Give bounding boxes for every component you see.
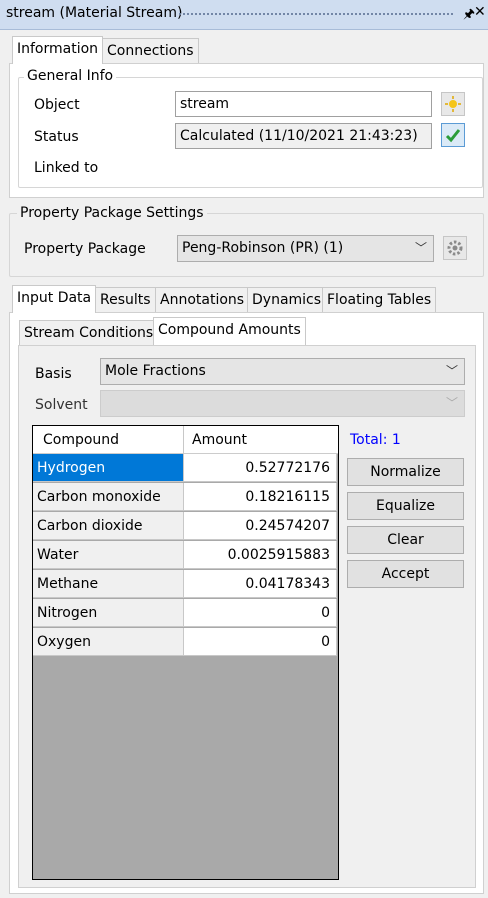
- normalize-button[interactable]: Normalize: [347, 458, 464, 486]
- general-info-legend: General Info: [24, 68, 117, 84]
- chevron-down-icon: ﹀: [445, 396, 458, 410]
- compound-amount-cell[interactable]: 0.24574207: [184, 512, 337, 540]
- compound-amount-cell[interactable]: 0.52772176: [184, 454, 337, 482]
- gear-icon: [447, 240, 463, 256]
- linked-to-label: Linked to: [34, 160, 99, 176]
- status-check-button[interactable]: [441, 123, 465, 147]
- property-package-value: Peng-Robinson (PR) (1): [182, 240, 344, 256]
- sun-icon: [445, 96, 461, 112]
- object-name-input[interactable]: stream: [175, 91, 432, 117]
- tab-compound-amounts[interactable]: Compound Amounts: [153, 317, 306, 345]
- property-package-select[interactable]: Peng-Robinson (PR) (1) ﹀: [177, 235, 434, 262]
- table-row[interactable]: Oxygen 0: [33, 628, 338, 657]
- tab-label: Compound Amounts: [158, 322, 301, 338]
- tab-results[interactable]: Results: [95, 287, 156, 313]
- compound-name-cell[interactable]: Methane: [33, 570, 184, 598]
- tab-label: Dynamics: [252, 292, 322, 308]
- basis-value: Mole Fractions: [105, 363, 206, 379]
- highlight-button[interactable]: [441, 92, 465, 116]
- tab-floating-tables[interactable]: Floating Tables: [322, 287, 437, 313]
- chevron-down-icon: ﹀: [445, 364, 458, 378]
- table-row[interactable]: Carbon monoxide 0.18216115: [33, 483, 338, 512]
- status-label: Status: [34, 129, 79, 145]
- accept-button[interactable]: Accept: [347, 560, 464, 588]
- compound-name-cell[interactable]: Water: [33, 541, 184, 569]
- table-row[interactable]: Carbon dioxide 0.24574207: [33, 512, 338, 541]
- table-row[interactable]: Hydrogen 0.52772176: [33, 454, 338, 483]
- tab-label: Input Data: [17, 290, 92, 306]
- compound-amount-cell[interactable]: 0.0025915883: [184, 541, 337, 569]
- table-row[interactable]: Nitrogen 0: [33, 599, 338, 628]
- table-header-row: Compound Amount: [33, 426, 338, 454]
- basis-label: Basis: [35, 366, 72, 382]
- solvent-select: ﹀: [100, 390, 465, 417]
- drag-grip[interactable]: [178, 12, 454, 17]
- table-row[interactable]: Methane 0.04178343: [33, 570, 338, 599]
- compound-amount-cell[interactable]: 0.04178343: [184, 570, 337, 598]
- clear-button[interactable]: Clear: [347, 526, 464, 554]
- tab-input-data[interactable]: Input Data: [12, 285, 97, 313]
- tab-label: Stream Conditions: [24, 325, 154, 341]
- column-header-compound[interactable]: Compound: [33, 426, 184, 454]
- total-label: Total: 1: [350, 432, 401, 448]
- window-titlebar[interactable]: stream (Material Stream) 🖈 ✕: [0, 0, 488, 30]
- compound-table[interactable]: Compound Amount Hydrogen 0.52772176 Carb…: [32, 425, 339, 880]
- compound-name-cell[interactable]: Nitrogen: [33, 599, 184, 627]
- compound-name-cell[interactable]: Oxygen: [33, 628, 184, 656]
- basis-select[interactable]: Mole Fractions ﹀: [100, 358, 465, 385]
- tab-annotations[interactable]: Annotations: [155, 287, 250, 313]
- column-header-amount[interactable]: Amount: [184, 426, 338, 454]
- property-package-settings-button[interactable]: [443, 236, 467, 260]
- compound-amount-cell[interactable]: 0: [184, 628, 337, 656]
- tab-label: Results: [100, 292, 151, 308]
- chevron-down-icon: ﹀: [414, 241, 427, 255]
- tab-label: Floating Tables: [327, 292, 432, 308]
- tab-information[interactable]: Information: [12, 36, 104, 64]
- tab-label: Information: [17, 41, 99, 57]
- table-row[interactable]: Water 0.0025915883: [33, 541, 338, 570]
- tab-connections[interactable]: Connections: [102, 38, 199, 64]
- check-icon: [445, 129, 461, 143]
- tab-dynamics[interactable]: Dynamics: [247, 287, 327, 313]
- window-title: stream (Material Stream): [6, 5, 183, 21]
- tab-label: Annotations: [160, 292, 245, 308]
- compound-amount-cell[interactable]: 0.18216115: [184, 483, 337, 511]
- compound-amount-cell[interactable]: 0: [184, 599, 337, 627]
- tab-label: Connections: [107, 43, 194, 59]
- tab-stream-conditions[interactable]: Stream Conditions: [19, 320, 159, 346]
- solvent-label: Solvent: [35, 397, 88, 413]
- close-icon[interactable]: ✕: [474, 4, 486, 20]
- property-package-legend: Property Package Settings: [17, 205, 207, 221]
- compound-name-cell[interactable]: Hydrogen: [33, 454, 184, 482]
- equalize-button[interactable]: Equalize: [347, 492, 464, 520]
- compound-name-cell[interactable]: Carbon dioxide: [33, 512, 184, 540]
- compound-name-cell[interactable]: Carbon monoxide: [33, 483, 184, 511]
- status-field: Calculated (11/10/2021 21:43:23): [175, 123, 432, 149]
- property-package-label: Property Package: [24, 241, 146, 257]
- object-label: Object: [34, 97, 80, 113]
